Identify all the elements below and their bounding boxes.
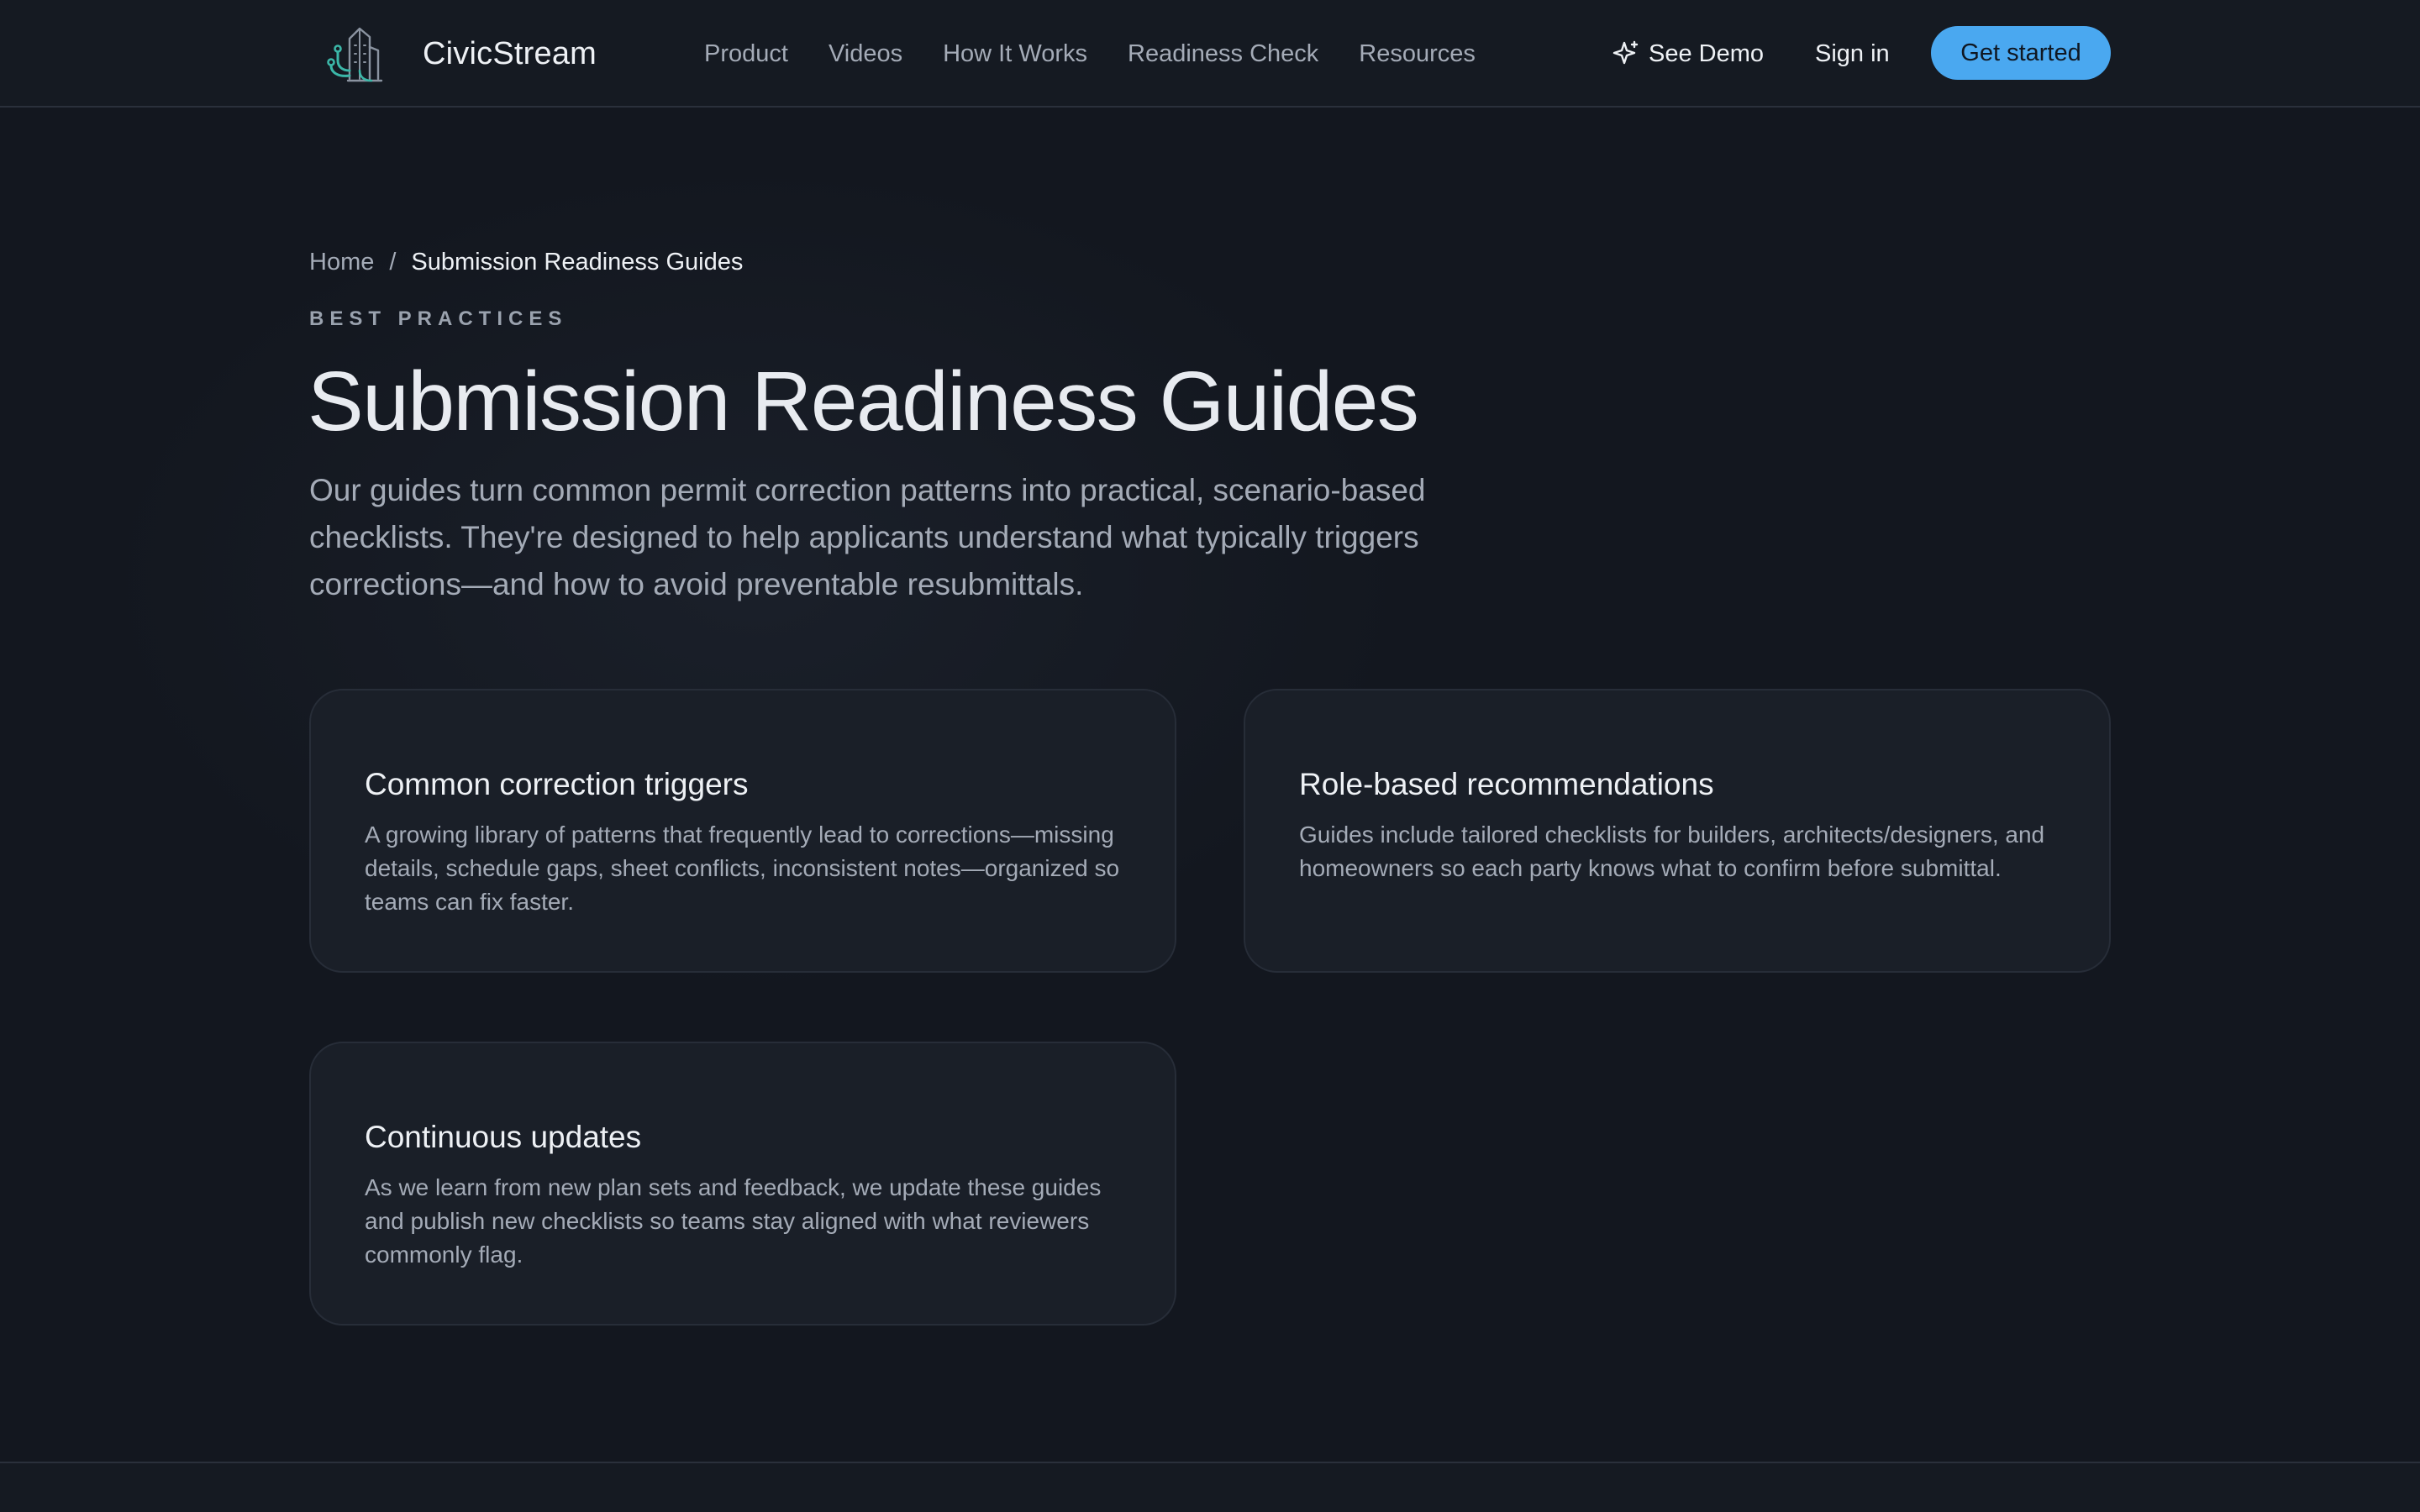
page-title: Submission Readiness Guides — [308, 354, 1419, 449]
see-demo-button[interactable]: See Demo — [1612, 35, 1764, 72]
card-body: Guides include tailored checklists for b… — [1299, 822, 2045, 881]
section-eyebrow: BEST PRACTICES — [309, 307, 568, 330]
sign-in-link[interactable]: Sign in — [1815, 37, 1890, 71]
footer — [0, 1463, 2420, 1512]
sparkle-icon — [1612, 40, 1639, 65]
card-role-based-recommendations: Role-based recommendations Guides includ… — [1244, 689, 2111, 973]
nav-item-readiness-check[interactable]: Readiness Check — [1128, 37, 1318, 71]
breadcrumb-current: Submission Readiness Guides — [411, 249, 744, 276]
nav-item-resources[interactable]: Resources — [1359, 37, 1476, 71]
nav-item-videos[interactable]: Videos — [829, 37, 902, 71]
get-started-button[interactable]: Get started — [1931, 26, 2111, 80]
brand-name[interactable]: CivicStream — [423, 34, 597, 74]
breadcrumb-separator: / — [389, 249, 397, 276]
building-circuit-logo-icon[interactable] — [323, 18, 393, 89]
card-common-correction-triggers: Common correction triggers A growing lib… — [309, 689, 1176, 973]
card-title: Role-based recommendations — [1299, 767, 1714, 801]
breadcrumb-home-link[interactable]: Home — [309, 245, 374, 279]
top-navigation-bar: CivicStream Product Videos How It Works … — [0, 0, 2420, 108]
card-continuous-updates: Continuous updates As we learn from new … — [309, 1042, 1176, 1326]
see-demo-label: See Demo — [1649, 39, 1765, 67]
page-intro: Our guides turn common permit correction… — [309, 473, 1426, 601]
card-body: A growing library of patterns that frequ… — [365, 822, 1120, 915]
card-title: Common correction triggers — [365, 767, 749, 801]
card-title: Continuous updates — [365, 1120, 642, 1154]
nav-item-product[interactable]: Product — [704, 37, 788, 71]
card-body: As we learn from new plan sets and feedb… — [365, 1174, 1102, 1268]
breadcrumb: Home / Submission Readiness Guides — [309, 245, 743, 279]
nav-item-how-it-works[interactable]: How It Works — [943, 37, 1087, 71]
main-nav: Product Videos How It Works Readiness Ch… — [704, 37, 1476, 71]
